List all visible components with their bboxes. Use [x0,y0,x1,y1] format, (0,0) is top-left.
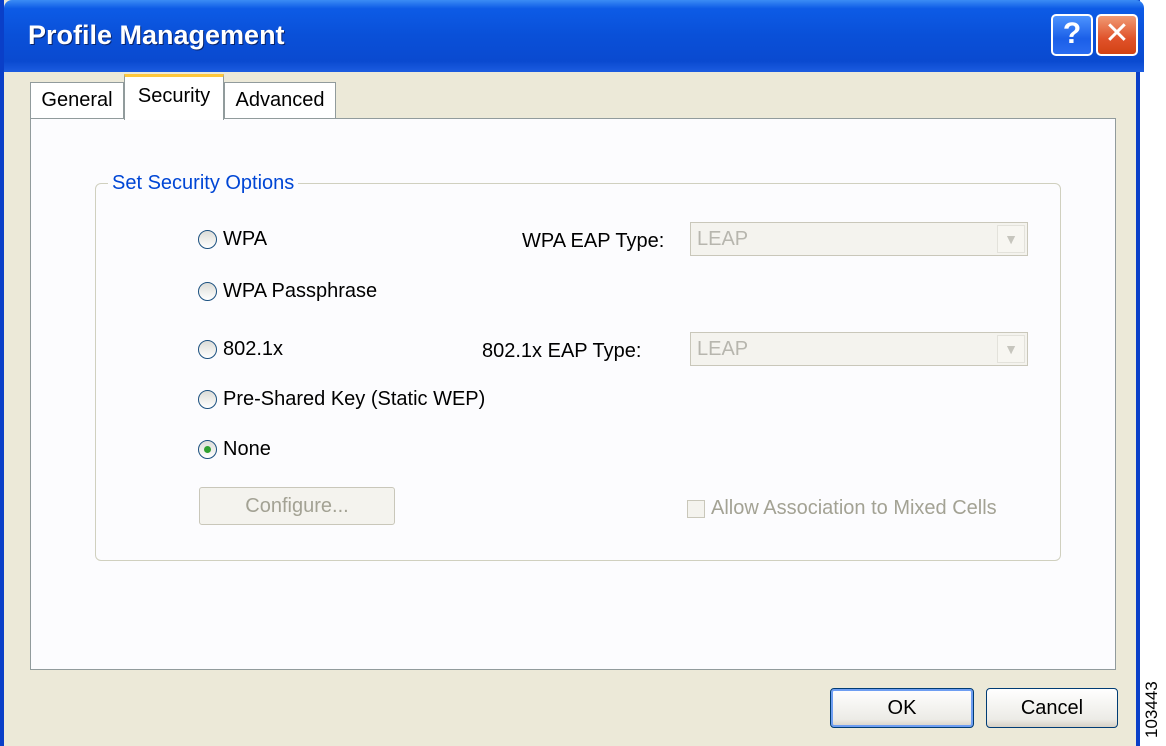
8021x-eap-type-select[interactable]: LEAP ▼ [690,332,1028,366]
allow-mixed-cells-checkbox[interactable]: Allow Association to Mixed Cells [687,497,997,520]
wpa-eap-type-select[interactable]: LEAP ▼ [690,222,1028,256]
configure-button[interactable]: Configure... [199,487,395,525]
figure-id-text: 103443 [1142,681,1161,738]
option-wpa[interactable]: WPA [198,228,267,251]
tab-general[interactable]: General [30,82,124,118]
option-label: 802.1x [223,338,284,360]
window-title: Profile Management [28,20,285,50]
close-button[interactable]: ✕ [1096,14,1138,56]
tab-advanced[interactable]: Advanced [224,82,336,118]
security-tab-panel: Set Security Options WPA WPA Passphrase … [30,118,1116,670]
help-button[interactable]: ? [1051,14,1093,56]
group-title: Set Security Options [108,172,299,195]
radio-icon[interactable] [198,230,217,249]
option-wpa-passphrase[interactable]: WPA Passphrase [198,280,377,303]
8021x-eap-type-value: LEAP [697,338,749,360]
figure-id: 103443 [1142,660,1166,740]
option-label: None [223,438,271,460]
allow-mixed-cells-label: Allow Association to Mixed Cells [711,497,997,519]
8021x-eap-type-label: 802.1x EAP Type: [482,340,642,362]
radio-checked-icon[interactable] [198,440,217,459]
cancel-button[interactable]: Cancel [986,688,1118,728]
option-label: WPA [223,228,268,250]
radio-icon[interactable] [198,340,217,359]
chevron-down-icon[interactable]: ▼ [997,225,1025,253]
option-none[interactable]: None [198,438,271,461]
tab-security[interactable]: Security [124,74,224,120]
option-label: WPA Passphrase [223,280,378,302]
radio-icon[interactable] [198,282,217,301]
ok-button[interactable]: OK [830,688,974,728]
option-pre-shared-key[interactable]: Pre-Shared Key (Static WEP) [198,388,485,411]
wpa-eap-type-label: WPA EAP Type: [522,230,665,252]
wpa-eap-type-value: LEAP [697,228,749,250]
title-bar[interactable]: Profile Management ? ✕ [4,0,1144,72]
radio-icon[interactable] [198,390,217,409]
checkbox-icon[interactable] [687,499,705,518]
option-label: Pre-Shared Key (Static WEP) [223,388,486,410]
chevron-down-icon[interactable]: ▼ [997,335,1025,363]
option-8021x[interactable]: 802.1x [198,338,283,361]
